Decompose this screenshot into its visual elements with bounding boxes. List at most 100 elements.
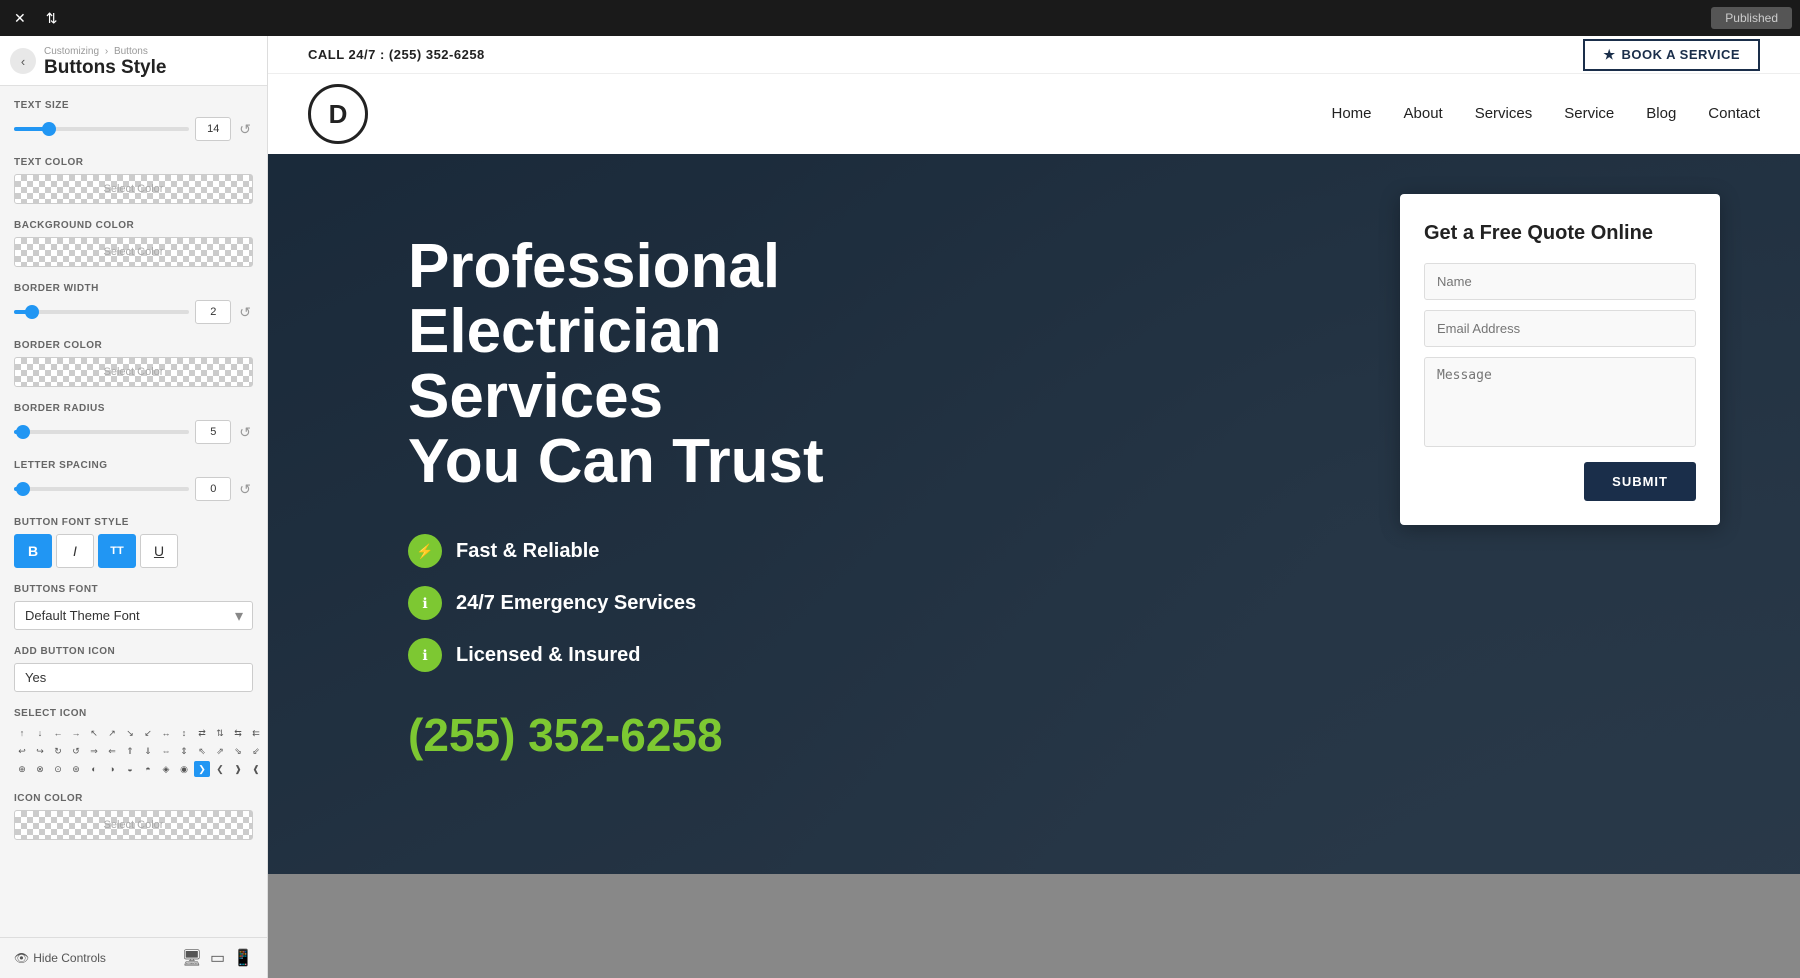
quote-message-input[interactable]	[1424, 357, 1696, 447]
panel-title-group: Customizing › Buttons Buttons Style	[44, 46, 166, 79]
icon-cell[interactable]: ⊕	[14, 761, 30, 777]
site-navbar: D Home About Services Service Blog Conta…	[268, 74, 1800, 154]
top-bar: ✕ ⇅ Published	[0, 0, 1800, 36]
border-radius-label: BORDER RADIUS	[14, 403, 253, 414]
icon-color-label: ICON COLOR	[14, 793, 253, 804]
icon-cell[interactable]: ↘	[122, 725, 138, 741]
bold-button[interactable]: B	[14, 534, 52, 568]
icon-cell[interactable]: ◑	[104, 761, 120, 777]
letter-spacing-reset[interactable]: ↺	[237, 479, 253, 500]
text-size-track[interactable]	[14, 127, 189, 131]
icon-cell[interactable]: ◒	[122, 761, 138, 777]
icon-cell[interactable]: ❯	[194, 761, 210, 777]
back-button[interactable]: ‹	[10, 48, 36, 74]
letter-spacing-track[interactable]	[14, 487, 189, 491]
nav-about[interactable]: About	[1404, 105, 1443, 123]
icon-cell[interactable]: ⇒	[86, 743, 102, 759]
icon-cell[interactable]: ↑	[14, 725, 30, 741]
text-size-reset[interactable]: ↺	[237, 119, 253, 140]
icon-cell[interactable]: ❰	[248, 761, 264, 777]
border-radius-track[interactable]	[14, 430, 189, 434]
quote-name-input[interactable]	[1424, 263, 1696, 300]
border-radius-thumb[interactable]	[16, 425, 30, 439]
swap-icon[interactable]: ⇅	[40, 6, 64, 31]
border-width-input[interactable]: 2	[195, 300, 231, 324]
icon-cell[interactable]: ⊙	[50, 761, 66, 777]
hero-content: Professional Electrician Services You Ca…	[268, 154, 1068, 822]
icon-cell[interactable]: ⇖	[194, 743, 210, 759]
text-size-input[interactable]: 14	[195, 117, 231, 141]
icon-cell[interactable]: ↻	[50, 743, 66, 759]
tablet-view-button[interactable]: ▭	[210, 948, 225, 968]
text-color-label: TEXT COLOR	[14, 157, 253, 168]
select-icon-label: SELECT ICON	[14, 708, 253, 719]
icon-cell[interactable]: ←	[50, 725, 66, 741]
text-color-swatch[interactable]: Select Color	[14, 174, 253, 204]
letter-spacing-thumb[interactable]	[16, 482, 30, 496]
icon-cell[interactable]: ⇆	[230, 725, 246, 741]
icon-cell[interactable]: ⇅	[212, 725, 228, 741]
icon-cell[interactable]: ◓	[140, 761, 156, 777]
mobile-view-button[interactable]: 📱	[233, 948, 253, 968]
add-btn-icon-input[interactable]: Yes	[14, 663, 253, 692]
border-color-swatch[interactable]: Select Color	[14, 357, 253, 387]
buttons-font-select[interactable]: Default Theme Font	[14, 601, 253, 630]
icon-color-swatch[interactable]: Select Color	[14, 810, 253, 840]
icon-cell[interactable]: ↪	[32, 743, 48, 759]
icon-cell[interactable]: ⇔	[158, 743, 174, 759]
border-radius-input[interactable]: 5	[195, 420, 231, 444]
border-width-track[interactable]	[14, 310, 189, 314]
text-size-thumb[interactable]	[42, 122, 56, 136]
icon-cell[interactable]: ↺	[68, 743, 84, 759]
icon-cell[interactable]: ↖	[86, 725, 102, 741]
border-width-thumb[interactable]	[25, 305, 39, 319]
nav-blog[interactable]: Blog	[1646, 105, 1676, 123]
letter-spacing-label: LETTER SPACING	[14, 460, 253, 471]
border-width-reset[interactable]: ↺	[237, 302, 253, 323]
icon-cell[interactable]: ↕	[176, 725, 192, 741]
close-icon[interactable]: ✕	[8, 6, 32, 31]
letter-spacing-input[interactable]: 0	[195, 477, 231, 501]
icon-cell[interactable]: ↩	[14, 743, 30, 759]
underline-button[interactable]: U	[140, 534, 178, 568]
icon-cell[interactable]: ↓	[32, 725, 48, 741]
bg-color-swatch[interactable]: Select Color	[14, 237, 253, 267]
italic-button[interactable]: I	[56, 534, 94, 568]
icon-cell[interactable]: ❮	[212, 761, 228, 777]
nav-contact[interactable]: Contact	[1708, 105, 1760, 123]
nav-services[interactable]: Services	[1475, 105, 1533, 123]
icon-cell[interactable]: ⇄	[194, 725, 210, 741]
hide-controls-button[interactable]: 👁 Hide Controls	[14, 951, 106, 965]
icon-cell[interactable]: ⇐	[104, 743, 120, 759]
icon-cell[interactable]: ⇇	[248, 725, 264, 741]
icon-cell[interactable]: ↙	[140, 725, 156, 741]
icon-cell[interactable]: ⇘	[230, 743, 246, 759]
nav-home[interactable]: Home	[1331, 105, 1371, 123]
icon-cell[interactable]: ⇑	[122, 743, 138, 759]
left-panel: ‹ Customizing › Buttons Buttons Style TE…	[0, 36, 268, 978]
icon-cell[interactable]: ⇙	[248, 743, 264, 759]
nav-service[interactable]: Service	[1564, 105, 1614, 123]
icon-cell[interactable]: ◐	[86, 761, 102, 777]
eye-icon: 👁	[14, 951, 29, 965]
book-service-button[interactable]: ★ BOOK A SERVICE	[1583, 39, 1760, 71]
border-radius-reset[interactable]: ↺	[237, 422, 253, 443]
quote-submit-button[interactable]: SUBMIT	[1584, 462, 1696, 501]
quote-email-input[interactable]	[1424, 310, 1696, 347]
desktop-view-button[interactable]: 🖥	[182, 948, 202, 968]
icon-cell[interactable]: ⇗	[212, 743, 228, 759]
icon-cell[interactable]: ⇓	[140, 743, 156, 759]
icon-cell[interactable]: ❱	[230, 761, 246, 777]
icon-cell[interactable]: ↗	[104, 725, 120, 741]
icon-cell[interactable]: ◉	[176, 761, 192, 777]
text-size-label: TEXT SIZE	[14, 100, 253, 111]
icon-cell[interactable]: ↔	[158, 725, 174, 741]
icon-cell[interactable]: ⊛	[68, 761, 84, 777]
icon-cell[interactable]: ⊗	[32, 761, 48, 777]
icon-cell[interactable]: ◈	[158, 761, 174, 777]
icon-cell[interactable]: ⇕	[176, 743, 192, 759]
icon-cell[interactable]: →	[68, 725, 84, 741]
uppercase-button[interactable]: TT	[98, 534, 136, 568]
published-button[interactable]: Published	[1711, 7, 1792, 29]
feature-icon: ⚡	[408, 534, 442, 568]
